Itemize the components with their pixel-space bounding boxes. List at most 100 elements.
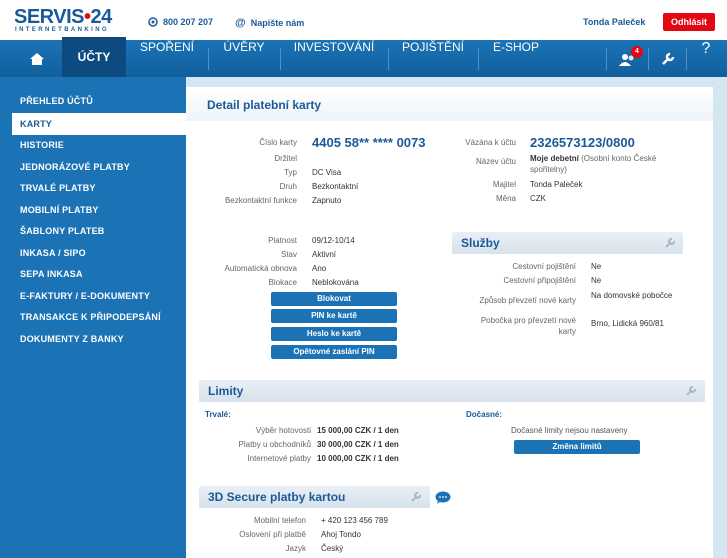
validity-label: Platnost (268, 236, 297, 245)
home-icon (30, 53, 44, 65)
sidebar-item-dokumenty[interactable]: DOKUMENTY Z BANKY (20, 334, 124, 344)
renew-label: Automatická obnova (224, 264, 298, 273)
wrench-icon[interactable] (664, 237, 676, 249)
pickup-label: Způsob převzetí nové karty (479, 296, 577, 305)
write-us-label: Napište nám (250, 18, 305, 28)
notification-badge: 4 (631, 46, 643, 58)
sidebar-item-inkasa[interactable]: INKASA / SIPO (20, 248, 86, 258)
language-label: Jazyk (285, 544, 306, 553)
validity-value: 09/12-10/14 (312, 236, 355, 245)
sidebar-item-efaktury[interactable]: E-FAKTURY / E-DOKUMENTY (20, 291, 150, 301)
limit-row-value: 15 000,00 CZK / 1 den (317, 426, 399, 435)
phone-number: 800 207 207 (163, 17, 214, 27)
sidebar-item-karty[interactable]: KARTY (20, 119, 52, 129)
permanent-limits-label: Trvalé: (205, 410, 231, 419)
write-us-link[interactable]: @ Napište nám (235, 17, 304, 29)
no-temp-limits-text: Dočasné limity nejsou nastaveny (511, 426, 628, 435)
password-button[interactable]: Heslo ke kartě (271, 327, 397, 341)
phone-link[interactable]: 800 207 207 (148, 17, 213, 27)
account-name-label: Název účtu (475, 157, 516, 166)
change-limits-button[interactable]: Změna limitů (514, 440, 640, 454)
branch-value: Brno, Lidická 960/81 (591, 319, 664, 328)
travel-label: Cestovní pojištění (512, 262, 576, 271)
temporary-limits-label: Dočasné: (466, 410, 503, 419)
block-button[interactable]: Blokovat (271, 292, 397, 306)
sidebar-item-sepa[interactable]: SEPA INKASA (20, 269, 83, 279)
sidebar: PŘEHLED ÚČTŮ KARTY HISTORIE JEDNORÁZOVÉ … (0, 77, 188, 558)
messages-button[interactable]: 4 (614, 40, 643, 77)
card-number: 4405 58** **** 0073 (312, 135, 426, 150)
owner-label: Majitel (492, 180, 516, 189)
linked-account[interactable]: 2326573123/0800 (530, 135, 635, 150)
limit-row-label: Platby u obchodníků (238, 440, 312, 449)
tab-investovani[interactable]: INVESTOVÁNÍ (286, 40, 382, 77)
logo-subtitle: INTERNETBANKING (15, 27, 109, 33)
resend-pin-button[interactable]: Opětovné zaslání PIN (271, 345, 397, 359)
wrench-icon[interactable] (410, 491, 422, 503)
phone-icon (148, 17, 158, 27)
type-label: Typ (284, 168, 297, 177)
sidebar-item-jednorazove[interactable]: JEDNORÁZOVÉ PLATBY (20, 162, 130, 172)
tab-sporeni[interactable]: SPOŘENÍ (136, 40, 198, 77)
owner-value: Tonda Paleček (530, 180, 583, 189)
state-value: Aktivní (312, 250, 337, 259)
limit-row-label: Výběr hotovosti (255, 426, 311, 435)
wrench-icon (662, 52, 675, 65)
accident-value: Ne (591, 276, 602, 285)
limits-panel: Limity (199, 380, 705, 402)
travel-value: Ne (591, 262, 602, 271)
tab-pojisteni[interactable]: POJIŠTĚNÍ (394, 40, 472, 77)
type-value: DC Visa (312, 168, 342, 177)
main-nav: ÚČTY SPOŘENÍ ÚVĚRY INVESTOVÁNÍ POJIŠTĚNÍ… (0, 37, 727, 77)
block-label: Blokace (268, 278, 297, 287)
state-label: Stav (280, 250, 297, 259)
secure-title: 3D Secure platby kartou (208, 490, 346, 504)
help-button[interactable]: ? (692, 40, 720, 77)
language-value: Český (321, 544, 344, 553)
contactless-value: Zapnuto (312, 196, 342, 205)
user-name[interactable]: Tonda Paleček (583, 17, 645, 27)
contactless-label: Bezkontaktní funkce (224, 196, 297, 205)
pin-button[interactable]: PIN ke kartě (271, 309, 397, 323)
currency-value: CZK (530, 194, 546, 203)
services-panel: Služby (452, 232, 683, 254)
wrench-icon[interactable] (685, 385, 697, 397)
chat-bubble-icon[interactable] (435, 491, 451, 504)
mobile-phone-value: + 420 123 456 789 (321, 516, 388, 525)
account-name: Moje debetní (Osobní konto České spořite… (530, 154, 657, 174)
home-tab[interactable] (14, 40, 60, 77)
logo[interactable]: SERVIS•24 (14, 7, 112, 27)
currency-label: Měna (495, 194, 516, 203)
services-title: Služby (461, 236, 500, 250)
linked-label: Vázána k účtu (465, 138, 516, 147)
holder-label: Držitel (274, 154, 297, 163)
settings-button[interactable] (654, 40, 682, 77)
kind-value: Bezkontaktní (312, 182, 359, 191)
limit-row-value: 30 000,00 CZK / 1 den (317, 440, 399, 449)
sidebar-item-prehled[interactable]: PŘEHLED ÚČTŮ (20, 96, 93, 106)
sidebar-item-mobilni[interactable]: MOBILNÍ PLATBY (20, 205, 99, 215)
greeting-label: Oslovení při platbě (239, 530, 306, 539)
page-title: Detail platební karty (207, 98, 322, 112)
tab-ucty[interactable]: ÚČTY (62, 37, 126, 77)
card-number-label: Číslo karty (259, 138, 297, 147)
sidebar-item-trvale[interactable]: TRVALÉ PLATBY (20, 183, 96, 193)
secure-panel: 3D Secure platby kartou (199, 486, 430, 508)
limit-row-value: 10 000,00 CZK / 1 den (317, 454, 399, 463)
tab-eshop[interactable]: E-SHOP (484, 40, 548, 77)
sidebar-item-sablony[interactable]: ŠABLONY PLATEB (20, 226, 104, 236)
greeting-value: Ahoj Tondo (321, 530, 361, 539)
accident-label: Cestovní připojištění (503, 276, 576, 285)
mobile-phone-label: Mobilní telefon (253, 516, 306, 525)
limit-row-label: Internetové platby (247, 454, 311, 463)
at-icon: @ (235, 17, 246, 29)
block-value: Neblokována (312, 278, 359, 287)
logout-button[interactable]: Odhlásit (663, 13, 715, 31)
pickup-value: Na domovské pobočce (591, 291, 673, 300)
kind-label: Druh (279, 182, 297, 191)
sidebar-item-historie[interactable]: HISTORIE (20, 140, 64, 150)
sidebar-item-transakce[interactable]: TRANSAKCE K PŘIPODEPSÁNÍ (20, 312, 161, 322)
limits-title: Limity (208, 384, 244, 398)
renew-value: Ano (312, 264, 327, 273)
tab-uvery[interactable]: ÚVĚRY (214, 40, 274, 77)
